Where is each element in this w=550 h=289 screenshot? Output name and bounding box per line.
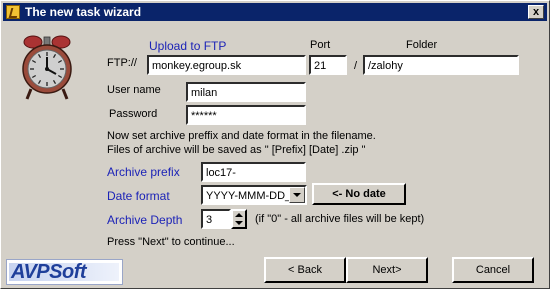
spinner-icon[interactable]	[231, 209, 247, 229]
info-line-2: Files of archive will be saved as " [Pre…	[107, 144, 366, 156]
archive-depth-input[interactable]: 3	[201, 209, 231, 229]
window-title: The new task wizard	[25, 5, 142, 19]
archive-depth-label: Archive Depth	[107, 213, 183, 227]
archive-prefix-label: Archive prefix	[107, 165, 180, 179]
logo-text: AVPSoft	[11, 261, 87, 283]
date-format-select[interactable]: YYYY-MMM-DD_h	[201, 185, 307, 205]
avpsoft-logo: AVPSoft	[6, 259, 123, 285]
date-format-label: Date format	[107, 189, 170, 203]
password-label: Password	[109, 108, 158, 120]
cancel-button[interactable]: Cancel	[452, 257, 534, 283]
archive-prefix-input[interactable]: loc17-	[201, 162, 306, 182]
wizard-icon	[6, 5, 20, 19]
ftp-host-input[interactable]: monkey.egroup.sk	[147, 55, 306, 75]
chevron-down-icon[interactable]	[289, 187, 305, 203]
folder-input[interactable]: /zalohy	[363, 55, 519, 75]
close-button[interactable]: x	[528, 5, 544, 19]
path-separator: /	[354, 60, 358, 72]
title-bar: The new task wizard x	[3, 3, 547, 21]
username-label: User name	[107, 84, 161, 96]
ftp-prefix-label: FTP://	[107, 57, 137, 69]
port-label: Port	[310, 39, 331, 51]
port-input[interactable]: 21	[309, 55, 347, 75]
continue-hint: Press "Next" to continue...	[107, 236, 235, 248]
folder-label: Folder	[406, 39, 438, 51]
ftp-section-label: Upload to FTP	[149, 39, 227, 53]
info-line-1: Now set archive preffix and date format …	[107, 130, 376, 142]
wizard-window: The new task wizard x Upload to FTP Port…	[0, 0, 550, 289]
alarm-clock-icon	[22, 35, 72, 100]
date-format-value: YYYY-MMM-DD_h	[206, 190, 298, 202]
no-date-button[interactable]: <- No date	[312, 183, 406, 205]
archive-depth-hint: (if "0" - all archive files will be kept…	[255, 213, 425, 225]
username-input[interactable]: milan	[186, 82, 306, 102]
password-input[interactable]: ******	[186, 105, 306, 125]
back-button[interactable]: < Back	[264, 257, 346, 283]
next-button[interactable]: Next>	[346, 257, 428, 283]
